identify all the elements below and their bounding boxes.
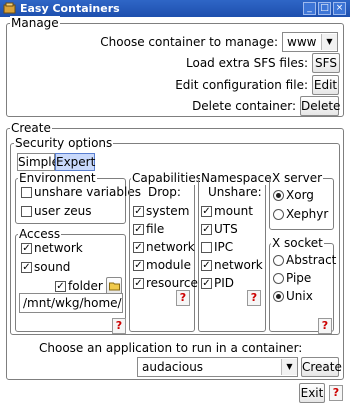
access-sound-checkbox[interactable]: ✓ bbox=[21, 262, 32, 273]
maximize-button[interactable]: □ bbox=[318, 2, 331, 15]
chevron-down-icon[interactable]: ▼ bbox=[281, 359, 297, 375]
xserver-heading: X server bbox=[271, 171, 324, 185]
unshare-variables-label: unshare variables bbox=[34, 185, 141, 199]
cap-system-label: system bbox=[146, 204, 190, 218]
access-folder-checkbox[interactable]: ✓ bbox=[55, 281, 66, 292]
delete-container-label: Delete container: bbox=[192, 99, 296, 113]
app-choose-label: Choose an application to run in a contai… bbox=[39, 341, 303, 355]
ns-pid-label: PID bbox=[214, 276, 235, 290]
edit-button[interactable]: Edit bbox=[312, 75, 339, 95]
abstract-label: Abstract bbox=[286, 253, 337, 267]
folder-icon bbox=[109, 282, 120, 291]
unix-radio[interactable] bbox=[273, 291, 284, 302]
sfs-label: Load extra SFS files: bbox=[186, 56, 308, 70]
security-options-heading: Security options bbox=[14, 136, 114, 150]
delete-button[interactable]: Delete bbox=[300, 96, 340, 116]
user-zeus-label: user zeus bbox=[34, 204, 92, 218]
xorg-label: Xorg bbox=[286, 188, 314, 202]
ns-uts-checkbox[interactable]: ✓ bbox=[201, 224, 212, 235]
access-network-checkbox[interactable]: ✓ bbox=[21, 243, 32, 254]
application-select[interactable]: audacious ▼ bbox=[137, 357, 298, 377]
create-heading: Create bbox=[10, 121, 52, 135]
unix-label: Unix bbox=[286, 289, 313, 303]
xsocket-help-button[interactable]: ? bbox=[318, 318, 332, 334]
container-select[interactable]: www ▼ bbox=[282, 32, 338, 52]
application-select-value: audacious bbox=[142, 360, 204, 374]
ns-mount-checkbox[interactable]: ✓ bbox=[201, 206, 212, 217]
window-title: Easy Containers bbox=[20, 2, 120, 15]
cap-resource-checkbox[interactable]: ✓ bbox=[133, 278, 144, 289]
cap-system-checkbox[interactable]: ✓ bbox=[133, 206, 144, 217]
xsocket-heading: X socket bbox=[271, 236, 324, 250]
chevron-down-icon[interactable]: ▼ bbox=[321, 34, 337, 50]
capabilities-help-button[interactable]: ? bbox=[176, 290, 190, 306]
cap-module-checkbox[interactable]: ✓ bbox=[133, 260, 144, 271]
xorg-radio[interactable] bbox=[273, 190, 284, 201]
app-icon bbox=[3, 2, 16, 14]
cap-module-label: module bbox=[146, 258, 191, 272]
sfs-button[interactable]: SFS bbox=[312, 53, 340, 73]
edit-config-label: Edit configuration file: bbox=[175, 78, 308, 92]
folder-path-field[interactable]: /mnt/wkg/home/sha bbox=[19, 293, 123, 313]
close-window-button[interactable]: × bbox=[333, 2, 346, 15]
cap-resource-label: resource bbox=[146, 276, 198, 290]
xephyr-label: Xephyr bbox=[286, 207, 329, 221]
unshare-variables-checkbox[interactable] bbox=[21, 187, 32, 198]
cap-network-checkbox[interactable]: ✓ bbox=[133, 242, 144, 253]
ns-ipc-label: IPC bbox=[214, 240, 234, 254]
pipe-label: Pipe bbox=[286, 271, 312, 285]
container-select-value: www bbox=[287, 35, 317, 49]
namespaces-unshare-label: Unshare: bbox=[208, 185, 262, 199]
manage-heading: Manage bbox=[10, 16, 60, 30]
xephyr-radio[interactable] bbox=[273, 209, 284, 220]
access-help-button[interactable]: ? bbox=[112, 318, 126, 334]
ns-pid-checkbox[interactable]: ✓ bbox=[201, 278, 212, 289]
main-help-button[interactable]: ? bbox=[329, 385, 343, 401]
abstract-radio[interactable] bbox=[273, 255, 284, 266]
capabilities-drop-label: Drop: bbox=[148, 185, 181, 199]
ns-network-label: network bbox=[214, 258, 263, 272]
ns-network-checkbox[interactable]: ✓ bbox=[201, 260, 212, 271]
namespaces-help-button[interactable]: ? bbox=[247, 290, 261, 306]
cap-file-checkbox[interactable]: ✓ bbox=[133, 224, 144, 235]
pipe-radio[interactable] bbox=[273, 273, 284, 284]
title-bar: Easy Containers _ □ × bbox=[0, 0, 350, 17]
choose-container-label: Choose container to manage: bbox=[100, 35, 278, 49]
user-zeus-checkbox[interactable] bbox=[21, 206, 32, 217]
exit-button[interactable]: Exit bbox=[299, 383, 325, 403]
minimize-button[interactable]: _ bbox=[303, 2, 316, 15]
cap-file-label: file bbox=[146, 222, 165, 236]
access-network-label: network bbox=[34, 241, 83, 255]
access-sound-label: sound bbox=[34, 260, 71, 274]
tab-expert[interactable]: Expert bbox=[55, 153, 95, 171]
cap-network-label: network bbox=[146, 240, 195, 254]
ns-ipc-checkbox[interactable] bbox=[201, 242, 212, 253]
ns-mount-label: mount bbox=[214, 204, 253, 218]
create-button[interactable]: Create bbox=[301, 357, 342, 377]
ns-uts-label: UTS bbox=[214, 222, 238, 236]
tab-simple[interactable]: Simple bbox=[17, 153, 59, 171]
